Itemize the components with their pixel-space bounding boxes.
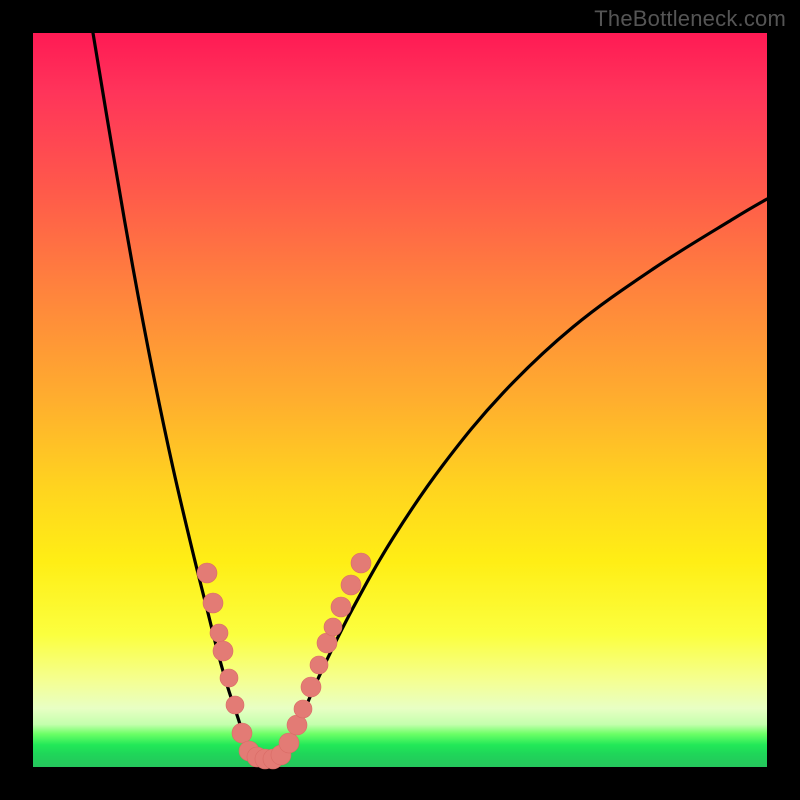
data-marker bbox=[351, 553, 371, 573]
data-marker bbox=[331, 597, 351, 617]
chart-frame: TheBottleneck.com bbox=[0, 0, 800, 800]
curve-layer bbox=[33, 33, 767, 767]
marker-group bbox=[197, 553, 371, 769]
data-marker bbox=[226, 696, 244, 714]
data-marker bbox=[301, 677, 321, 697]
data-marker bbox=[294, 700, 312, 718]
data-marker bbox=[324, 618, 342, 636]
plot-area bbox=[33, 33, 767, 767]
data-marker bbox=[210, 624, 228, 642]
data-marker bbox=[213, 641, 233, 661]
data-marker bbox=[232, 723, 252, 743]
watermark-text: TheBottleneck.com bbox=[594, 6, 786, 32]
data-marker bbox=[310, 656, 328, 674]
data-marker bbox=[203, 593, 223, 613]
data-marker bbox=[197, 563, 217, 583]
data-marker bbox=[220, 669, 238, 687]
data-marker bbox=[279, 733, 299, 753]
curve-right bbox=[278, 199, 767, 763]
data-marker bbox=[341, 575, 361, 595]
